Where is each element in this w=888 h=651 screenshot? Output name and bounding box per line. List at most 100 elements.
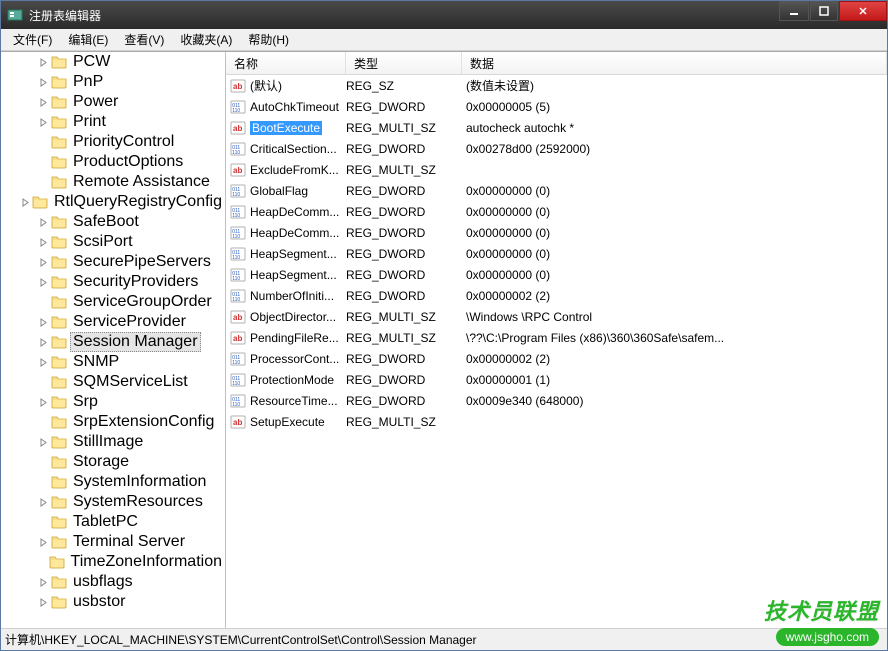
column-header-data[interactable]: 数据 <box>462 52 887 74</box>
menu-help[interactable]: 帮助(H) <box>240 29 297 50</box>
folder-icon <box>51 574 67 590</box>
folder-icon <box>51 234 67 250</box>
menu-edit[interactable]: 编辑(E) <box>60 29 116 50</box>
value-data: 0x00000000 (0) <box>462 205 887 219</box>
tree-item[interactable]: PriorityControl <box>1 132 225 152</box>
list-row[interactable]: ExcludeFromK...REG_MULTI_SZ <box>226 159 887 180</box>
list-row[interactable]: NumberOfIniti...REG_DWORD0x00000002 (2) <box>226 285 887 306</box>
tree-item[interactable]: PCW <box>1 52 225 72</box>
value-data: 0x00000000 (0) <box>462 247 887 261</box>
folder-icon <box>51 474 67 490</box>
value-type: REG_DWORD <box>346 184 462 198</box>
list-body[interactable]: (默认)REG_SZ(数值未设置)AutoChkTimeoutREG_DWORD… <box>226 75 887 628</box>
list-row[interactable]: HeapSegment...REG_DWORD0x00000000 (0) <box>226 243 887 264</box>
expander-icon[interactable] <box>37 96 49 108</box>
tree-item[interactable]: PnP <box>1 72 225 92</box>
tree-item[interactable]: ProductOptions <box>1 152 225 172</box>
expander-icon[interactable] <box>37 276 49 288</box>
list-row[interactable]: ResourceTime...REG_DWORD0x0009e340 (6480… <box>226 390 887 411</box>
tree-item[interactable]: SecurityProviders <box>1 272 225 292</box>
menu-view[interactable]: 查看(V) <box>116 29 172 50</box>
list-row[interactable]: ProtectionModeREG_DWORD0x00000001 (1) <box>226 369 887 390</box>
tree-item-label: Srp <box>70 392 101 412</box>
list-row[interactable]: HeapSegment...REG_DWORD0x00000000 (0) <box>226 264 887 285</box>
list-row[interactable]: GlobalFlagREG_DWORD0x00000000 (0) <box>226 180 887 201</box>
expander-icon[interactable] <box>37 536 49 548</box>
tree-item[interactable]: Srp <box>1 392 225 412</box>
list-row[interactable]: PendingFileRe...REG_MULTI_SZ\??\C:\Progr… <box>226 327 887 348</box>
tree-item-label: ScsiPort <box>70 232 136 252</box>
tree-item[interactable]: usbstor <box>1 592 225 612</box>
tree-item[interactable]: RtlQueryRegistryConfig <box>1 192 225 212</box>
string-value-icon <box>230 162 246 178</box>
value-name: CriticalSection... <box>250 142 341 156</box>
expander-icon[interactable] <box>37 596 49 608</box>
expander-icon[interactable] <box>37 396 49 408</box>
tree-item[interactable]: SecurePipeServers <box>1 252 225 272</box>
expander-icon[interactable] <box>37 216 49 228</box>
tree-item[interactable]: ServiceGroupOrder <box>1 292 225 312</box>
tree-item[interactable]: Storage <box>1 452 225 472</box>
menu-favorites[interactable]: 收藏夹(A) <box>172 29 240 50</box>
tree-item[interactable]: SystemResources <box>1 492 225 512</box>
expander-icon[interactable] <box>37 316 49 328</box>
column-header-name[interactable]: 名称 <box>226 52 346 74</box>
list-row[interactable]: ProcessorCont...REG_DWORD0x00000002 (2) <box>226 348 887 369</box>
list-row[interactable]: SetupExecuteREG_MULTI_SZ <box>226 411 887 432</box>
tree-item-label: PnP <box>70 72 106 92</box>
tree-item[interactable]: Power <box>1 92 225 112</box>
binary-value-icon <box>230 246 246 262</box>
value-name: ResourceTime... <box>250 394 342 408</box>
expander-icon[interactable] <box>37 256 49 268</box>
expander-icon[interactable] <box>37 356 49 368</box>
list-row[interactable]: BootExecuteREG_MULTI_SZautocheck autochk… <box>226 117 887 138</box>
titlebar[interactable]: 注册表编辑器 <box>1 1 887 29</box>
tree-item[interactable]: SystemInformation <box>1 472 225 492</box>
tree-scrollarea[interactable]: PCWPnPPowerPrintPriorityControlProductOp… <box>1 52 225 628</box>
list-row[interactable]: AutoChkTimeoutREG_DWORD0x00000005 (5) <box>226 96 887 117</box>
tree-item[interactable]: Session Manager <box>1 332 225 352</box>
expander-icon[interactable] <box>37 576 49 588</box>
expander-icon[interactable] <box>37 336 49 348</box>
app-icon <box>7 7 23 23</box>
column-header-type[interactable]: 类型 <box>346 52 462 74</box>
folder-icon <box>51 254 67 270</box>
tree-item[interactable]: Print <box>1 112 225 132</box>
tree-item[interactable]: SNMP <box>1 352 225 372</box>
expander-icon[interactable] <box>37 116 49 128</box>
value-name: HeapDeComm... <box>250 226 343 240</box>
value-type: REG_SZ <box>346 79 462 93</box>
expander-icon[interactable] <box>37 496 49 508</box>
expander-icon[interactable] <box>37 76 49 88</box>
list-row[interactable]: CriticalSection...REG_DWORD0x00278d00 (2… <box>226 138 887 159</box>
tree-item-label: usbflags <box>70 572 136 592</box>
expander-icon[interactable] <box>37 56 49 68</box>
tree-item[interactable]: StillImage <box>1 432 225 452</box>
tree-item[interactable]: ServiceProvider <box>1 312 225 332</box>
menu-file[interactable]: 文件(F) <box>5 29 60 50</box>
folder-icon <box>51 114 67 130</box>
close-button[interactable] <box>839 1 887 21</box>
list-row[interactable]: (默认)REG_SZ(数值未设置) <box>226 75 887 96</box>
folder-icon <box>51 534 67 550</box>
tree-item[interactable]: Terminal Server <box>1 532 225 552</box>
tree-item[interactable]: usbflags <box>1 572 225 592</box>
tree-item[interactable]: Remote Assistance <box>1 172 225 192</box>
tree-item[interactable]: ScsiPort <box>1 232 225 252</box>
window-title: 注册表编辑器 <box>29 7 778 24</box>
expander-icon[interactable] <box>37 436 49 448</box>
list-row[interactable]: HeapDeComm...REG_DWORD0x00000000 (0) <box>226 201 887 222</box>
tree-item[interactable]: SafeBoot <box>1 212 225 232</box>
expander-icon[interactable] <box>21 196 30 208</box>
minimize-button[interactable] <box>779 1 809 21</box>
maximize-button[interactable] <box>810 1 838 21</box>
folder-icon <box>51 174 67 190</box>
folder-icon <box>51 294 67 310</box>
tree-item[interactable]: SQMServiceList <box>1 372 225 392</box>
list-row[interactable]: ObjectDirector...REG_MULTI_SZ\Windows \R… <box>226 306 887 327</box>
tree-item[interactable]: TimeZoneInformation <box>1 552 225 572</box>
tree-item[interactable]: TabletPC <box>1 512 225 532</box>
tree-item[interactable]: SrpExtensionConfig <box>1 412 225 432</box>
list-row[interactable]: HeapDeComm...REG_DWORD0x00000000 (0) <box>226 222 887 243</box>
expander-icon[interactable] <box>37 236 49 248</box>
